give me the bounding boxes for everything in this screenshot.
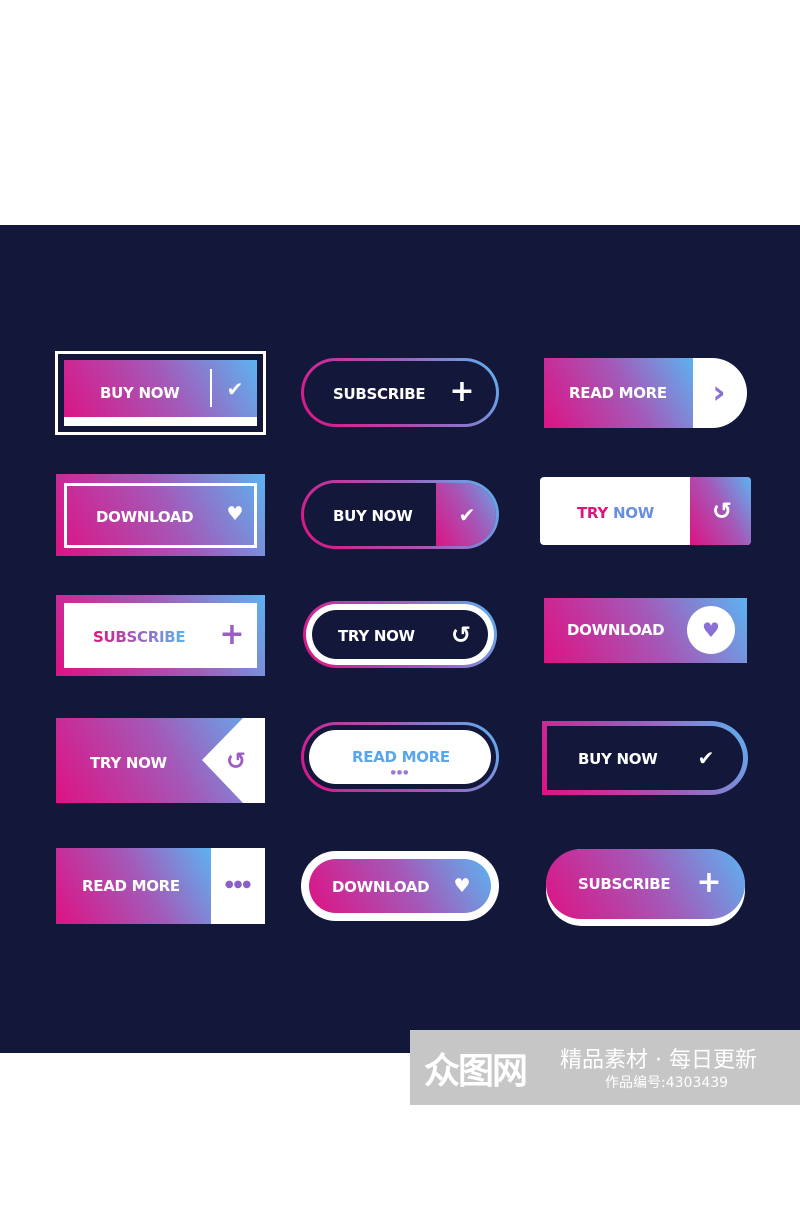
button-label: BUY NOW (578, 750, 658, 768)
heart-icon: ♥ (226, 503, 244, 525)
button-label: READ MORE (82, 877, 180, 895)
buy-now-button[interactable]: BUY NOW ✔ (301, 480, 499, 549)
buy-now-button[interactable]: BUY NOW ✔ (542, 721, 748, 795)
button-label: DOWNLOAD (332, 878, 430, 896)
download-button[interactable]: DOWNLOAD ♥ (56, 474, 265, 556)
plus-icon: + (219, 617, 245, 652)
read-more-button[interactable]: READ MORE › (544, 358, 747, 428)
subscribe-button[interactable]: SUBSCRIBE + (56, 595, 265, 676)
download-button[interactable]: DOWNLOAD ♥ (301, 851, 499, 921)
button-label: BUY NOW (100, 384, 180, 402)
refresh-icon: ↺ (711, 497, 733, 525)
try-now-button[interactable]: TRY NOW ↺ (56, 718, 265, 803)
try-now-button[interactable]: TRY NOW ↺ (540, 477, 751, 545)
try-now-button[interactable]: TRY NOW ↺ (303, 601, 497, 668)
heart-icon: ♥ (453, 875, 471, 897)
plus-icon: + (696, 865, 722, 900)
button-label: TRY NOW (338, 627, 415, 645)
check-icon: ✔ (226, 377, 244, 401)
buy-now-button[interactable]: BUY NOW ✔ (55, 351, 266, 435)
dots-icon: ●●● (390, 769, 410, 776)
button-label-part-1: TRY (577, 504, 608, 522)
watermark-id: 作品编号:4303439 (605, 1075, 729, 1091)
subscribe-button[interactable]: SUBSCRIBE + (546, 849, 745, 926)
button-label: DOWNLOAD (567, 621, 665, 639)
read-more-button[interactable]: READ MORE ●●● (301, 722, 499, 792)
download-button[interactable]: DOWNLOAD ♥ (544, 598, 747, 663)
check-icon: ✔ (697, 746, 715, 770)
button-label: SUBSCRIBE (333, 385, 426, 403)
button-label: READ MORE (569, 384, 667, 402)
refresh-icon: ↺ (225, 747, 247, 775)
button-label: SUBSCRIBE (578, 875, 671, 893)
button-label: DOWNLOAD (96, 508, 194, 526)
refresh-icon: ↺ (450, 621, 472, 649)
watermark: 众图网 精品素材 · 每日更新 作品编号:4303439 (410, 1030, 800, 1105)
watermark-slogan: 精品素材 · 每日更新 (560, 1048, 757, 1073)
subscribe-button[interactable]: SUBSCRIBE + (301, 358, 499, 427)
button-label: TRY NOW (90, 754, 167, 772)
watermark-logo: 众图网 (424, 1051, 528, 1092)
chevron-right-icon: › (712, 373, 726, 411)
read-more-button[interactable]: READ MORE ●●● (56, 848, 265, 924)
more-dots-icon: ●●● (224, 879, 252, 890)
button-label: SUBSCRIBE (93, 628, 186, 646)
button-label-part-2: NOW (613, 504, 654, 522)
heart-icon: ♥ (702, 618, 720, 642)
check-icon: ✔ (458, 503, 476, 527)
button-label: READ MORE (352, 748, 450, 766)
button-label: BUY NOW (333, 507, 413, 525)
plus-icon: + (449, 374, 475, 409)
